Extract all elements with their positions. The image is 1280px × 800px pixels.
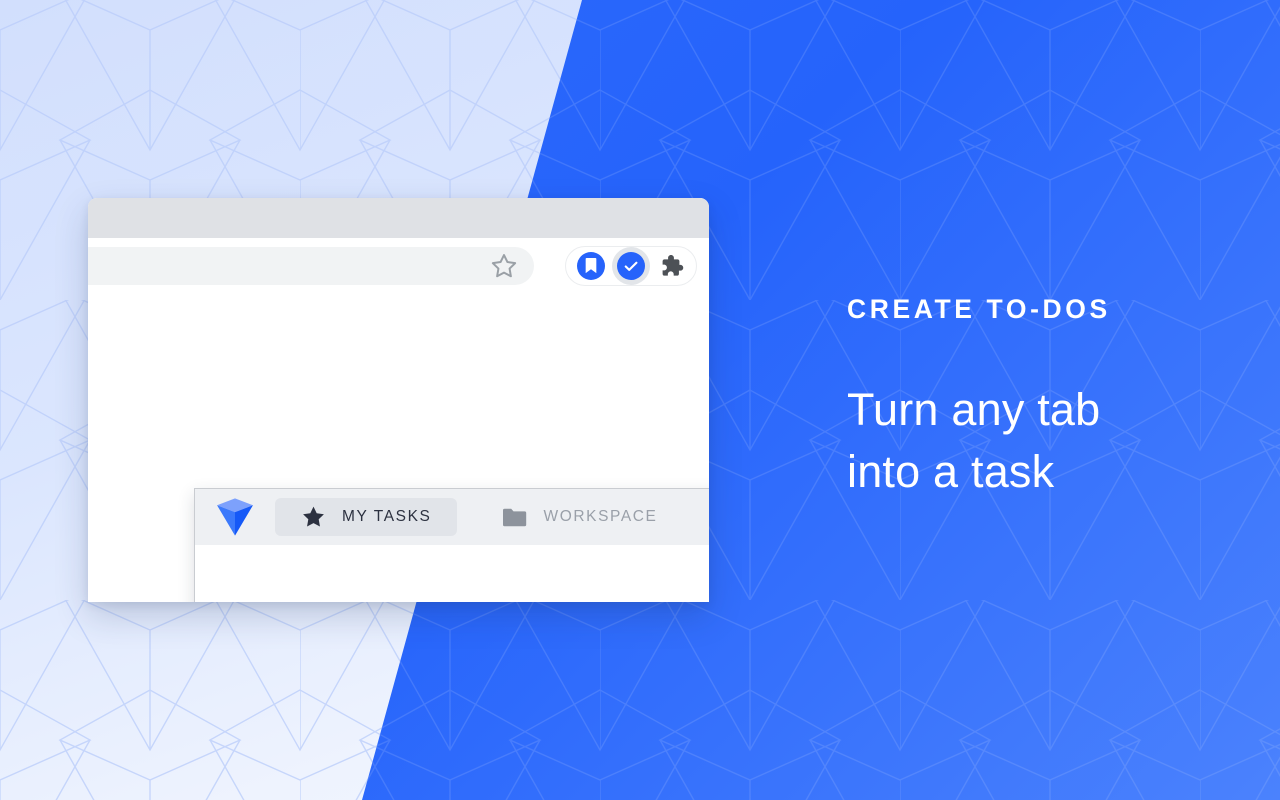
bookmark-extension-icon-bg bbox=[577, 252, 605, 280]
folder-icon bbox=[503, 508, 527, 526]
popup-body: Attach current tab Add task bbox=[195, 545, 709, 602]
bookmark-star-icon[interactable] bbox=[490, 252, 518, 280]
address-bar[interactable] bbox=[88, 247, 534, 285]
browser-tab-strip[interactable] bbox=[88, 198, 709, 238]
bookmark-icon bbox=[585, 258, 597, 274]
checkmark-extension-button[interactable] bbox=[612, 247, 650, 285]
puzzle-piece-icon bbox=[662, 255, 684, 276]
inverted-pyramid-logo-icon bbox=[217, 498, 253, 536]
browser-window: MY TASKS WORKSPACE Attach curre bbox=[88, 198, 709, 602]
tab-my-tasks-label: MY TASKS bbox=[342, 508, 432, 525]
tab-workspace-label: WORKSPACE bbox=[543, 508, 658, 525]
extensions-menu-button[interactable] bbox=[652, 247, 690, 285]
tab-workspace[interactable]: WORKSPACE bbox=[476, 498, 683, 536]
star-filled-icon bbox=[303, 506, 324, 527]
marketing-subhead-line1: Turn any tab bbox=[847, 383, 1101, 435]
marketing-copy: CREATE TO-DOS Turn any tab into a task bbox=[847, 296, 1247, 503]
bookmark-extension-button[interactable] bbox=[572, 247, 610, 285]
screenshot-canvas: MY TASKS WORKSPACE Attach curre bbox=[0, 0, 1280, 800]
tab-my-tasks[interactable]: MY TASKS bbox=[275, 498, 458, 536]
browser-toolbar bbox=[88, 238, 709, 292]
popup-header: MY TASKS WORKSPACE bbox=[195, 489, 709, 545]
extension-toolbar-cluster bbox=[565, 246, 697, 286]
extension-popup: MY TASKS WORKSPACE Attach curre bbox=[194, 488, 709, 602]
checkmark-extension-icon-bg bbox=[617, 252, 645, 280]
check-circle-icon bbox=[624, 261, 638, 271]
marketing-headline: CREATE TO-DOS bbox=[847, 294, 1111, 324]
marketing-subhead-line2: into a task bbox=[847, 445, 1055, 497]
marketing-subhead: Turn any tab into a task bbox=[847, 379, 1247, 503]
